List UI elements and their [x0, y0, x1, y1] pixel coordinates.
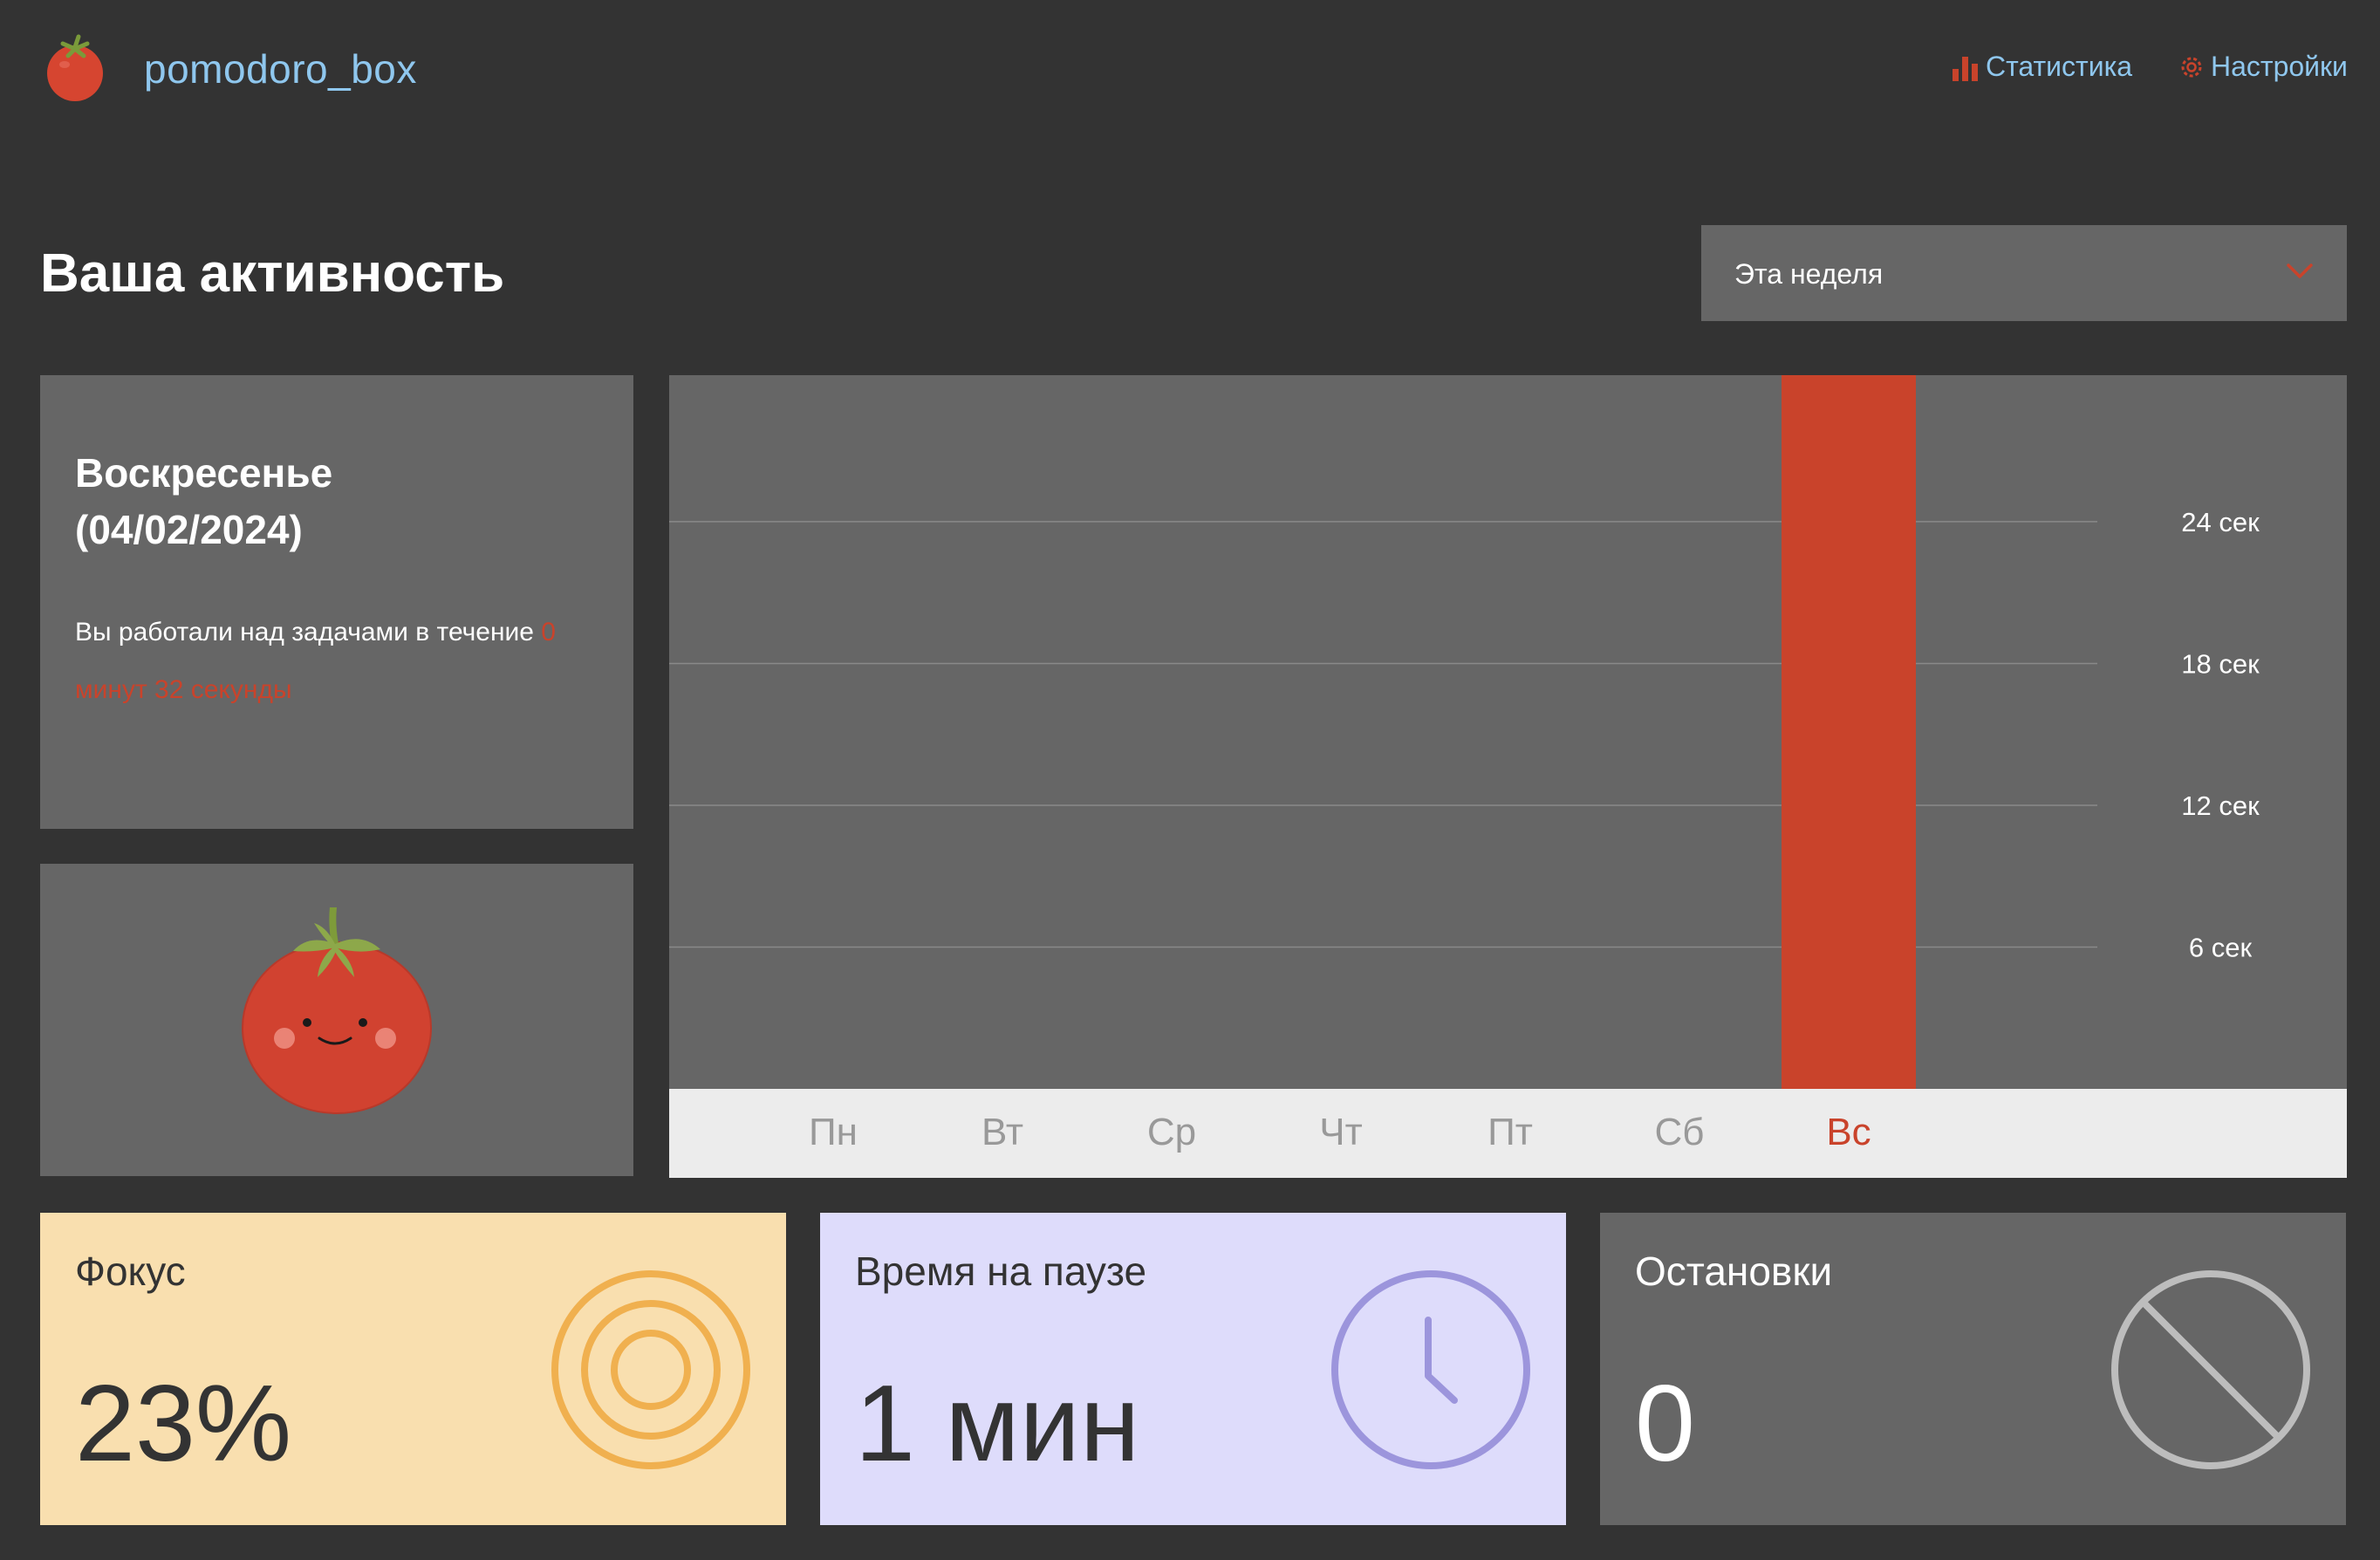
target-icon	[551, 1270, 750, 1469]
chevron-down-icon	[2287, 263, 2313, 278]
app-name[interactable]: pomodoro_box	[144, 45, 417, 92]
focus-stat-title: Фокус	[75, 1249, 186, 1294]
nav-statistics-label: Статистика	[1986, 51, 2133, 82]
chart-x-tick-label[interactable]: Вт	[981, 1111, 1023, 1153]
header: pomodoro_box Статистика Настройки	[0, 0, 2380, 140]
tomato-logo-icon[interactable]	[40, 33, 110, 103]
day-name: Воскресенье	[75, 450, 333, 496]
pause-stat-value: 1 мин	[855, 1364, 1140, 1484]
chart-x-tick-label[interactable]: Сб	[1655, 1111, 1705, 1153]
clock-icon	[1331, 1270, 1530, 1469]
chart-x-tick-label[interactable]: Чт	[1319, 1111, 1362, 1153]
page-title: Ваша активность	[40, 243, 505, 304]
chart-x-tick-label[interactable]: Пн	[809, 1111, 858, 1153]
tomato-card	[40, 864, 633, 1176]
weekly-chart-svg: 6 сек 12 сек 18 сек 24 сек Пн Вт Ср Чт Пт Сб Вс	[669, 375, 2347, 1178]
day-summary-text: Вы работали над задачами в течение 0 мин…	[75, 604, 616, 719]
nav-settings-link[interactable]: Настройки	[2178, 51, 2348, 83]
pause-stat-card: Время на паузе 1 мин	[820, 1213, 1566, 1525]
chart-bar[interactable]	[1782, 375, 1916, 1089]
period-select[interactable]: Эта неделя	[1701, 225, 2347, 321]
day-title: Воскресенье (04/02/2024)	[75, 445, 616, 558]
gear-icon	[2181, 57, 2202, 77]
stops-stat-card: Остановки 0	[1600, 1213, 2346, 1525]
focus-stat-card: Фокус 23%	[40, 1213, 786, 1525]
chart-y-tick-label: 18 сек	[2181, 648, 2260, 679]
pause-stat-title: Время на паузе	[855, 1249, 1147, 1294]
bar-chart-icon	[1953, 56, 1978, 81]
weekly-chart: 6 сек 12 сек 18 сек 24 сек Пн Вт Ср Чт Пт Сб Вс	[669, 375, 2347, 1178]
chart-y-tick-label: 6 сек	[2189, 932, 2253, 962]
chart-x-tick-label[interactable]: Пт	[1488, 1111, 1533, 1153]
nav-statistics-link[interactable]: Статистика	[1951, 51, 2132, 83]
day-date: (04/02/2024)	[75, 507, 303, 552]
stops-stat-title: Остановки	[1635, 1249, 1833, 1294]
tomato-mascot-icon	[242, 907, 432, 1114]
focus-stat-value: 23%	[75, 1364, 292, 1484]
chart-y-tick-label: 24 сек	[2181, 507, 2260, 537]
nav-settings-label: Настройки	[2211, 51, 2348, 82]
day-summary-card: Воскресенье (04/02/2024) Вы работали над…	[40, 375, 633, 829]
stop-icon	[2111, 1270, 2310, 1469]
chart-x-tick-label[interactable]: Ср	[1147, 1111, 1196, 1153]
chart-x-tick-label[interactable]: Вс	[1826, 1111, 1870, 1153]
stops-stat-value: 0	[1635, 1364, 1695, 1484]
chart-y-tick-label: 12 сек	[2181, 790, 2260, 821]
day-summary-label: Вы работали над задачами в течение	[75, 618, 542, 647]
period-select-value: Эта неделя	[1734, 258, 1884, 290]
